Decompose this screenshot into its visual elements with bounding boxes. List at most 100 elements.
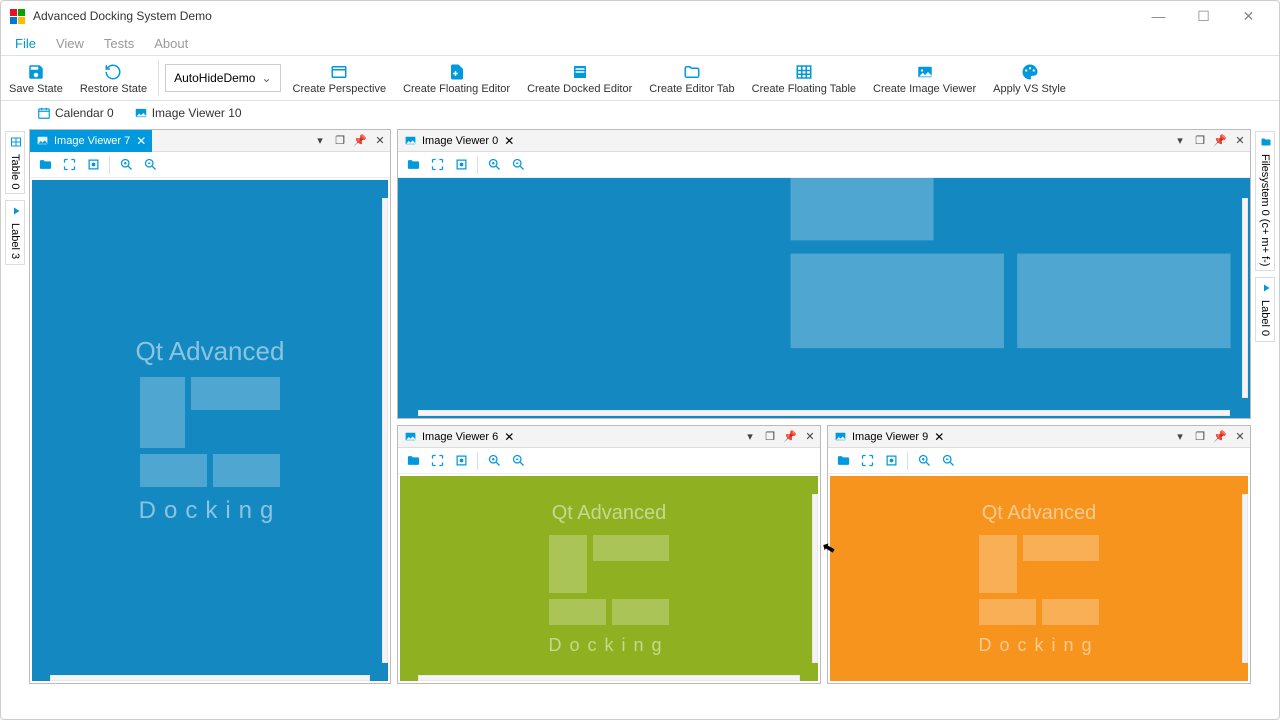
tab-menu-icon[interactable]: ▾	[1170, 426, 1190, 448]
zoom-out-icon[interactable]	[937, 450, 959, 472]
actual-size-icon[interactable]	[880, 450, 902, 472]
tab-menu-icon[interactable]: ▾	[310, 130, 330, 152]
tab-calendar[interactable]: Calendar 0	[29, 104, 122, 122]
docked-editor-icon	[570, 62, 590, 82]
pin-icon[interactable]: 📌	[1210, 426, 1230, 448]
image-content	[398, 178, 1250, 418]
scrollbar-v[interactable]	[1242, 494, 1248, 663]
create-perspective-button[interactable]: Create Perspective	[285, 56, 396, 100]
pin-icon[interactable]: 📌	[1210, 130, 1230, 152]
pane-image-viewer-7: Image Viewer 7 ✕ ▾ ❐ 📌 ✕	[29, 129, 391, 684]
side-tab-table[interactable]: Table 0	[5, 131, 25, 194]
apply-vs-style-button[interactable]: Apply VS Style	[985, 56, 1075, 100]
scrollbar-h[interactable]	[418, 675, 800, 681]
tab-close-icon[interactable]: ✕	[934, 430, 944, 444]
save-icon	[26, 62, 46, 82]
create-floating-table-button[interactable]: Create Floating Table	[744, 56, 865, 100]
pane-tab-iv0[interactable]: Image Viewer 0 ✕	[398, 130, 520, 152]
create-floating-editor-button[interactable]: Create Floating Editor	[395, 56, 519, 100]
scrollbar-v[interactable]	[812, 494, 818, 663]
menu-view[interactable]: View	[46, 34, 94, 53]
close-icon[interactable]: ✕	[1230, 130, 1250, 152]
create-docked-editor-button[interactable]: Create Docked Editor	[519, 56, 641, 100]
close-button[interactable]: ✕	[1226, 1, 1271, 31]
image-content: Qt Advanced Docking	[830, 476, 1248, 681]
menubar: File View Tests About	[1, 31, 1279, 55]
fit-icon[interactable]	[426, 450, 448, 472]
tab-menu-icon[interactable]: ▾	[740, 426, 760, 448]
play-icon	[8, 205, 22, 219]
undock-icon[interactable]: ❐	[1190, 130, 1210, 152]
undock-icon[interactable]: ❐	[1190, 426, 1210, 448]
fit-icon[interactable]	[58, 154, 80, 176]
image-content: Qt Advanced Docking	[400, 476, 818, 681]
open-image-icon[interactable]	[34, 154, 56, 176]
tab-close-icon[interactable]: ✕	[504, 134, 514, 148]
pane-image-viewer-0: Image Viewer 0 ✕ ▾ ❐ 📌 ✕	[397, 129, 1251, 419]
create-image-viewer-button[interactable]: Create Image Viewer	[865, 56, 985, 100]
image-icon	[834, 430, 848, 444]
open-image-icon[interactable]	[832, 450, 854, 472]
zoom-in-icon[interactable]	[913, 450, 935, 472]
table-icon	[8, 136, 22, 150]
actual-size-icon[interactable]	[82, 154, 104, 176]
autohide-top-tabs: Calendar 0 Image Viewer 10	[1, 101, 1279, 125]
titlebar: Advanced Docking System Demo — ☐ ✕	[1, 1, 1279, 31]
side-tab-label0[interactable]: Label 0	[1255, 277, 1275, 341]
tab-close-icon[interactable]: ✕	[136, 134, 146, 148]
app-icon	[9, 8, 25, 24]
image-content: Qt Advanced Docking	[32, 180, 388, 681]
pin-icon[interactable]: 📌	[780, 426, 800, 448]
menu-file[interactable]: File	[5, 34, 46, 53]
minimize-button[interactable]: —	[1136, 1, 1181, 31]
scrollbar-h[interactable]	[418, 410, 1230, 416]
scrollbar-h[interactable]	[50, 675, 370, 681]
pane-tab-iv6[interactable]: Image Viewer 6 ✕	[398, 426, 520, 448]
autohide-left-tabs: Table 0 Label 3	[5, 129, 25, 684]
pane-tab-iv7[interactable]: Image Viewer 7 ✕	[30, 130, 152, 152]
undock-icon[interactable]: ❐	[330, 130, 350, 152]
menu-tests[interactable]: Tests	[94, 34, 144, 53]
undock-icon[interactable]: ❐	[760, 426, 780, 448]
palette-icon	[1020, 62, 1040, 82]
image-icon	[36, 134, 50, 148]
menu-about[interactable]: About	[144, 34, 198, 53]
zoom-out-icon[interactable]	[507, 154, 529, 176]
zoom-out-icon[interactable]	[507, 450, 529, 472]
table-icon	[794, 62, 814, 82]
side-tab-filesystem[interactable]: Filesystem 0 (c+ m+ f-)	[1255, 131, 1275, 271]
perspective-select[interactable]: AutoHideDemo	[165, 64, 280, 92]
zoom-in-icon[interactable]	[483, 450, 505, 472]
restore-state-button[interactable]: Restore State	[72, 56, 156, 100]
scrollbar-v[interactable]	[382, 198, 388, 663]
tab-close-icon[interactable]: ✕	[504, 430, 514, 444]
zoom-out-icon[interactable]	[139, 154, 161, 176]
scrollbar-v[interactable]	[1242, 198, 1248, 398]
open-image-icon[interactable]	[402, 450, 424, 472]
side-tab-label3[interactable]: Label 3	[5, 200, 25, 264]
zoom-in-icon[interactable]	[115, 154, 137, 176]
open-image-icon[interactable]	[402, 154, 424, 176]
pane-tab-iv9[interactable]: Image Viewer 9 ✕	[828, 426, 950, 448]
window-title: Advanced Docking System Demo	[33, 9, 212, 23]
create-editor-tab-button[interactable]: Create Editor Tab	[641, 56, 743, 100]
pane-toolbar	[30, 152, 390, 178]
maximize-button[interactable]: ☐	[1181, 1, 1226, 31]
tab-image-viewer-10[interactable]: Image Viewer 10	[126, 104, 250, 122]
close-icon[interactable]: ✕	[1230, 426, 1250, 448]
fit-icon[interactable]	[856, 450, 878, 472]
close-icon[interactable]: ✕	[800, 426, 820, 448]
image-icon	[404, 134, 418, 148]
actual-size-icon[interactable]	[450, 154, 472, 176]
file-plus-icon	[447, 62, 467, 82]
save-state-button[interactable]: Save State	[1, 56, 72, 100]
tab-menu-icon[interactable]: ▾	[1170, 130, 1190, 152]
fit-icon[interactable]	[426, 154, 448, 176]
image-icon	[134, 106, 148, 120]
toolbar: Save State Restore State AutoHideDemo Cr…	[1, 55, 1279, 101]
pin-icon[interactable]: 📌	[350, 130, 370, 152]
actual-size-icon[interactable]	[450, 450, 472, 472]
image-icon	[404, 430, 418, 444]
zoom-in-icon[interactable]	[483, 154, 505, 176]
close-icon[interactable]: ✕	[370, 130, 390, 152]
